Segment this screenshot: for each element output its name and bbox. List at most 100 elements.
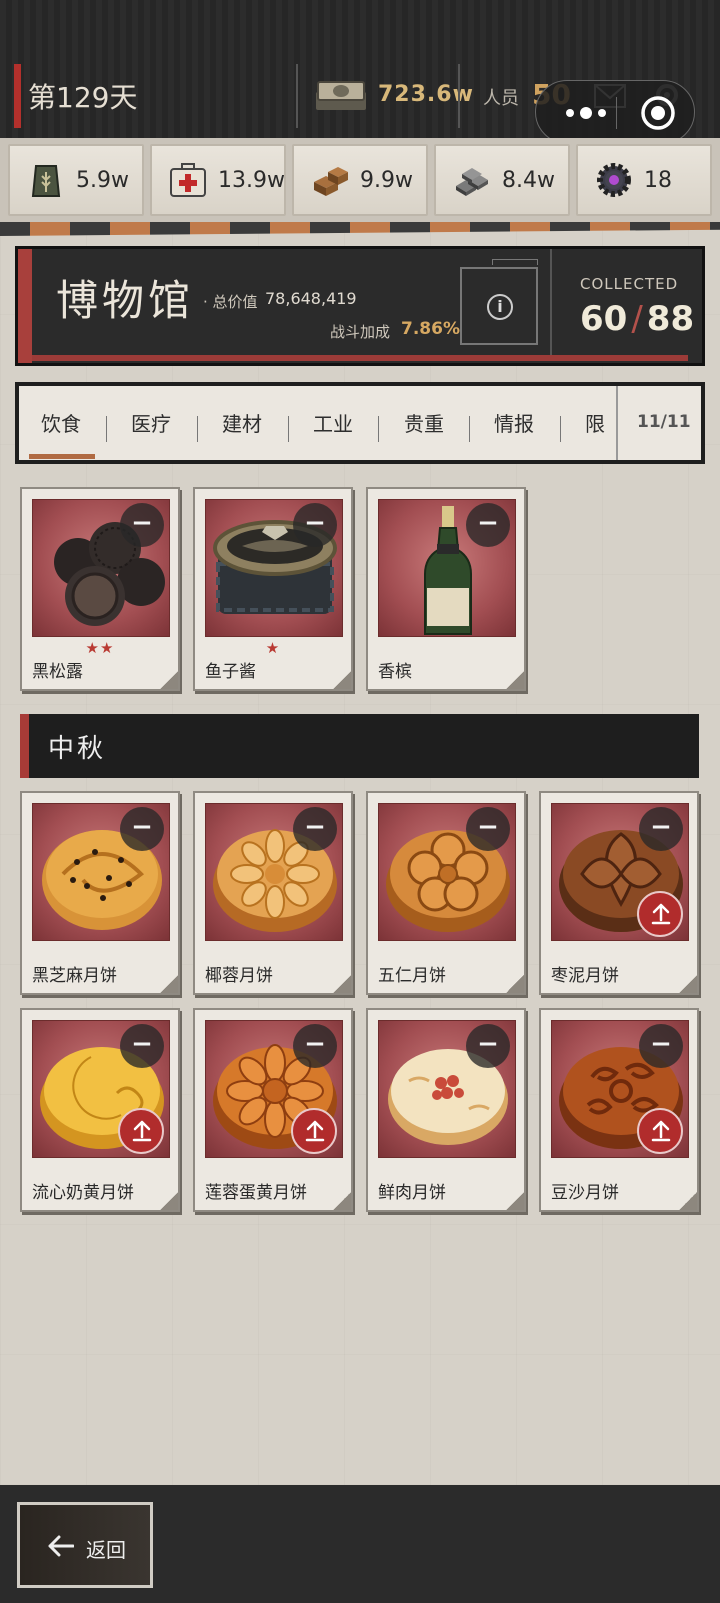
cash-stack-icon <box>316 81 366 110</box>
item-name: 椰蓉月饼 <box>205 966 273 986</box>
tab-valuables[interactable]: 贵重 <box>404 408 444 437</box>
resource-materials[interactable]: 9.9w <box>292 144 428 216</box>
resource-value: 9.9w <box>360 168 413 193</box>
resource-food[interactable]: 5.9w <box>8 144 144 216</box>
remove-button[interactable]: − <box>466 807 510 851</box>
item-name: 五仁月饼 <box>378 966 446 986</box>
miniprogram-capsule[interactable] <box>535 80 695 144</box>
gear-gem-icon <box>597 163 631 197</box>
item-name: 黑芝麻月饼 <box>32 966 117 986</box>
tab-item-count: 11/11 <box>637 412 691 432</box>
resource-value: 5.9w <box>76 168 129 193</box>
resource-bar: 5.9w 13.9w 9.9w 8.4w 18 <box>0 138 720 230</box>
more-icon[interactable] <box>556 103 616 123</box>
upload-arrow-icon <box>651 1120 671 1142</box>
item-name: 香槟 <box>378 662 412 682</box>
info-button[interactable]: i <box>460 259 538 345</box>
item-name: 鱼子酱 <box>205 662 256 682</box>
info-tab-decoration <box>492 259 538 265</box>
item-name: 流心奶黄月饼 <box>32 1183 134 1203</box>
item-card-coconut-mooncake[interactable]: − 椰蓉月饼 <box>193 791 353 995</box>
remove-button[interactable]: − <box>639 807 683 851</box>
item-name: 鲜肉月饼 <box>378 1183 446 1203</box>
section-header-mid-autumn: 中秋 <box>20 714 699 778</box>
remove-button[interactable]: − <box>293 503 337 547</box>
category-tabs: 饮食 医疗 建材 工业 贵重 情报 限 11/11 <box>15 382 705 464</box>
info-icon: i <box>487 294 513 320</box>
item-card-black-truffle[interactable]: − ★★ 黑松露 <box>20 487 180 691</box>
item-stars: ★ <box>265 639 281 657</box>
tab-separator <box>288 416 289 442</box>
upload-arrow-icon <box>651 903 671 925</box>
tab-food[interactable]: 饮食 <box>41 408 81 437</box>
tab-medical[interactable]: 医疗 <box>131 408 171 437</box>
staff-label: 人员 <box>483 88 519 109</box>
item-name: 莲蓉蛋黄月饼 <box>205 1183 307 1203</box>
resource-value: 13.9w <box>218 168 285 193</box>
day-counter: 第129天 <box>28 81 138 114</box>
remove-button[interactable]: − <box>293 807 337 851</box>
item-card-red-bean-mooncake[interactable]: − 豆沙月饼 <box>539 1008 699 1212</box>
tab-building-materials[interactable]: 建材 <box>222 408 262 437</box>
tab-separator <box>106 416 107 442</box>
tab-limited[interactable]: 限 <box>585 408 605 437</box>
upgrade-button[interactable] <box>637 891 683 937</box>
item-card-lotus-yolk-mooncake[interactable]: − 莲蓉蛋黄月饼 <box>193 1008 353 1212</box>
tab-separator <box>560 416 561 442</box>
combat-bonus-value: 7.86% <box>401 319 460 339</box>
remove-button[interactable]: − <box>120 1024 164 1068</box>
remove-button[interactable]: − <box>466 1024 510 1068</box>
combat-bonus-label: 战斗加成 <box>330 323 391 341</box>
section-accent <box>20 714 29 778</box>
resource-value: 18 <box>644 168 672 193</box>
accent-line <box>32 355 688 361</box>
page-title: 博物馆 <box>56 276 195 325</box>
item-card-five-nut-mooncake[interactable]: − 五仁月饼 <box>366 791 526 995</box>
tab-separator <box>197 416 198 442</box>
divider <box>616 386 618 460</box>
tab-intel[interactable]: 情报 <box>494 408 534 437</box>
back-label: 返回 <box>86 1538 126 1562</box>
total-value-label: · 总价值 <box>203 293 258 311</box>
tab-separator <box>469 416 470 442</box>
collected-count: 60/88 <box>580 299 694 339</box>
remove-button[interactable]: − <box>639 1024 683 1068</box>
upgrade-button[interactable] <box>291 1108 337 1154</box>
resource-parts[interactable]: 18 <box>576 144 712 216</box>
divider <box>550 249 552 355</box>
item-card-black-sesame-mooncake[interactable]: − 黑芝麻月饼 <box>20 791 180 995</box>
wood-blocks-icon <box>314 167 348 196</box>
day-marker <box>14 64 21 128</box>
upload-arrow-icon <box>305 1120 325 1142</box>
item-card-caviar[interactable]: − ★ 鱼子酱 <box>193 487 353 691</box>
remove-button[interactable]: − <box>120 807 164 851</box>
collected-total: 88 <box>646 299 695 339</box>
resource-medical[interactable]: 13.9w <box>150 144 286 216</box>
upgrade-button[interactable] <box>118 1108 164 1154</box>
item-card-jujube-paste-mooncake[interactable]: − 枣泥月饼 <box>539 791 699 995</box>
total-value: 78,648,419 <box>265 289 357 308</box>
remove-button[interactable]: − <box>120 503 164 547</box>
back-button[interactable]: 返回 <box>17 1502 153 1588</box>
divider <box>458 64 460 128</box>
remove-button[interactable]: − <box>466 503 510 547</box>
top-status-bar: 第129天 723.6w 人员 50 <box>0 0 720 144</box>
close-target-icon[interactable] <box>640 95 676 131</box>
tab-separator <box>378 416 379 442</box>
resource-industry[interactable]: 8.4w <box>434 144 570 216</box>
bottom-bar: 返回 <box>0 1485 720 1603</box>
capsule-divider <box>616 97 617 129</box>
item-name: 黑松露 <box>32 662 83 682</box>
grain-sack-icon <box>31 165 61 197</box>
item-card-champagne[interactable]: − 香槟 <box>366 487 526 691</box>
item-card-custard-mooncake[interactable]: − 流心奶黄月饼 <box>20 1008 180 1212</box>
tab-industry[interactable]: 工业 <box>313 408 353 437</box>
steel-ingots-icon <box>456 168 488 196</box>
resource-value: 8.4w <box>502 168 555 193</box>
upgrade-button[interactable] <box>637 1108 683 1154</box>
remove-button[interactable]: − <box>293 1024 337 1068</box>
section-title: 中秋 <box>48 734 107 764</box>
item-card-fresh-meat-mooncake[interactable]: − 鲜肉月饼 <box>366 1008 526 1212</box>
accent-bar <box>18 249 32 363</box>
collected-label: COLLECTED <box>580 275 679 293</box>
